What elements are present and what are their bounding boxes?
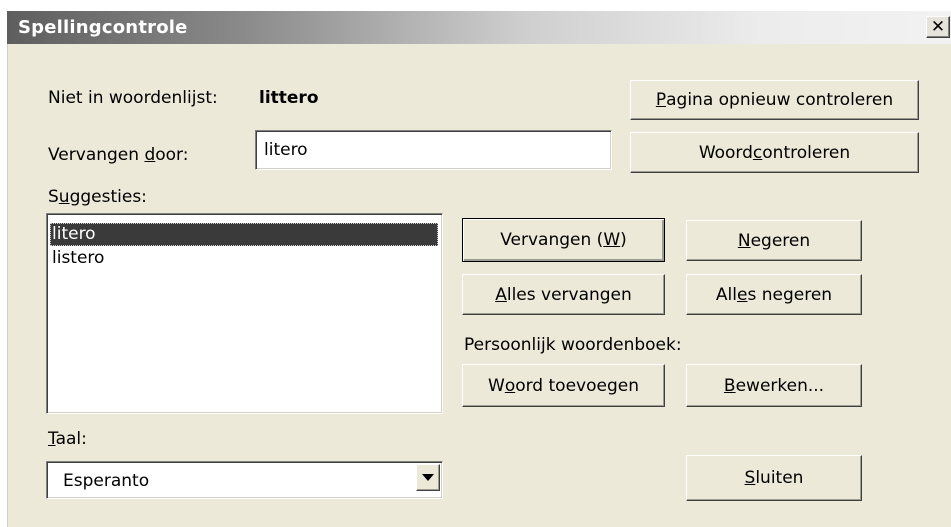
language-select[interactable]: Esperanto (46, 461, 443, 499)
close-button[interactable]: ✕ (926, 16, 950, 38)
replace-with-label: Vervangen door: (48, 145, 189, 165)
misspelled-word: littero (259, 88, 319, 108)
recheck-page-button[interactable]: Pagina opnieuw controleren (630, 80, 919, 120)
ignore-all-button[interactable]: All e s negeren (686, 274, 862, 315)
check-word-button[interactable]: Woord c ontroleren (630, 132, 919, 173)
replace-with-input[interactable]: litero (255, 130, 612, 170)
replace-all-button[interactable]: Alles vervangen (462, 274, 665, 315)
replace-button[interactable]: Vervangen (W) (462, 218, 665, 262)
language-label: Taal: (48, 429, 87, 449)
list-item[interactable]: listero (50, 247, 438, 270)
close-dialog-button[interactable]: Sluiten (686, 455, 862, 501)
suggestions-list[interactable]: litero listero (46, 213, 443, 414)
ignore-button[interactable]: Negeren (686, 220, 862, 261)
not-in-dictionary-label: Niet in woordenlijst: (48, 88, 218, 108)
dialog-title: Spellingcontrole (18, 17, 188, 38)
edit-dictionary-button[interactable]: Bewerken... (686, 364, 862, 407)
title-bar: Spellingcontrole ✕ (7, 11, 951, 44)
replace-with-value: litero (264, 140, 308, 160)
close-icon: ✕ (930, 16, 946, 37)
personal-dictionary-label: Persoonlijk woordenboek: (464, 335, 682, 355)
chevron-down-icon (422, 474, 434, 481)
list-item[interactable]: litero (50, 223, 438, 246)
suggestions-label: Suggesties: (48, 187, 147, 207)
add-word-button[interactable]: Wo ord toevoegen (462, 364, 665, 407)
language-value: Esperanto (63, 471, 150, 491)
dropdown-button[interactable] (416, 464, 440, 491)
